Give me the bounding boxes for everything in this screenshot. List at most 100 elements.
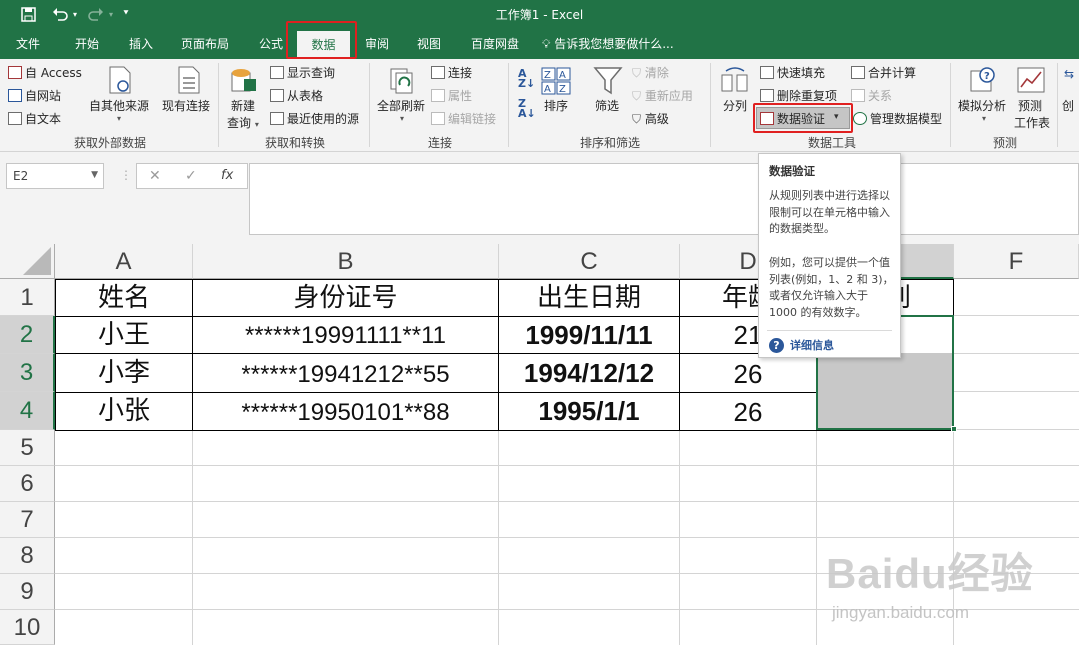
cell-b4[interactable]: ******19950101**88 <box>193 393 498 430</box>
consolidate-button[interactable]: 合并计算 <box>851 64 916 81</box>
data-tab-highlight <box>286 21 357 59</box>
tab-review[interactable]: 审阅 <box>356 29 398 59</box>
forecast-sheet-button-line2[interactable]: 工作表 <box>1014 114 1050 131</box>
what-if-analysis-button[interactable]: 模拟分析 <box>958 97 1006 114</box>
what-if-dropdown-icon[interactable]: ▾ <box>982 114 986 123</box>
connections-button[interactable]: 连接 <box>431 64 472 81</box>
cell-e3[interactable] <box>817 355 953 392</box>
row-header-8[interactable]: 8 <box>0 538 55 574</box>
window-title: 工作簿1 - Excel <box>495 8 584 22</box>
tab-view[interactable]: 视图 <box>408 29 450 59</box>
existing-connections-button[interactable]: 现有连接 <box>162 97 210 114</box>
insert-function-icon[interactable]: fx <box>221 168 233 183</box>
from-table-button[interactable]: 从表格 <box>270 87 323 104</box>
row-header-5[interactable]: 5 <box>0 430 55 466</box>
other-sources-icon <box>106 65 134 98</box>
cell-a2[interactable]: 小王 <box>56 317 192 353</box>
group-separator <box>508 63 509 147</box>
show-queries-icon <box>270 66 284 79</box>
group-label-get-external-data: 获取外部数据 <box>73 136 146 150</box>
create-group-button[interactable]: 创 <box>1062 97 1074 114</box>
formula-input[interactable] <box>249 163 1079 235</box>
other-sources-button[interactable]: 自其他来源 <box>89 97 149 114</box>
from-access-button[interactable]: 自 Access <box>8 64 82 81</box>
name-box-dropdown-icon[interactable]: ▼ <box>91 170 98 180</box>
refresh-all-dropdown-icon[interactable]: ▾ <box>400 114 404 123</box>
row-header-1[interactable]: 1 <box>0 279 55 316</box>
new-query-button-line2[interactable]: 查询 ▾ <box>227 114 259 131</box>
refresh-all-button[interactable]: 全部刷新 <box>377 97 425 114</box>
filter-button[interactable]: 筛选 <box>595 97 619 114</box>
cell-a4[interactable]: 小张 <box>56 393 192 430</box>
tab-page-layout[interactable]: 页面布局 <box>174 29 236 59</box>
new-query-icon <box>228 65 258 98</box>
tab-insert[interactable]: 插入 <box>120 29 162 59</box>
cell-d4[interactable]: 26 <box>680 393 816 430</box>
gridline <box>55 537 1079 538</box>
formula-buttons: ✕ ✓ fx <box>136 163 248 189</box>
tell-me-box[interactable]: 💡︎ 告诉我您想要做什么... <box>542 29 692 59</box>
svg-text:A: A <box>559 70 566 81</box>
cell-c4[interactable]: 1995/1/1 <box>499 393 679 430</box>
cell-b2[interactable]: ******19991111**11 <box>193 317 498 353</box>
name-box[interactable]: E2 ▼ <box>6 163 104 189</box>
cell-a3[interactable]: 小李 <box>56 355 192 392</box>
tooltip-more-info-link[interactable]: ? 详细信息 <box>769 337 834 353</box>
row-header-9[interactable]: 9 <box>0 574 55 610</box>
show-queries-button[interactable]: 显示查询 <box>270 64 335 81</box>
row-header-7[interactable]: 7 <box>0 502 55 538</box>
advanced-button[interactable]: ⛉ 高级 <box>632 110 669 127</box>
help-icon: ? <box>769 337 784 353</box>
from-text-button[interactable]: 自文本 <box>8 110 61 127</box>
sort-button[interactable]: 排序 <box>544 97 568 114</box>
formula-bar-grip-icon[interactable]: ⋮ <box>120 168 132 182</box>
row-header-2[interactable]: 2 <box>0 316 55 354</box>
cell-d3[interactable]: 26 <box>680 355 816 392</box>
forecast-sheet-button[interactable]: 预测 <box>1018 97 1042 114</box>
sort-ascending-icon[interactable]: A Z↓ <box>518 68 535 89</box>
cancel-icon[interactable]: ✕ <box>149 168 161 184</box>
new-query-button[interactable]: 新建 <box>231 97 255 114</box>
enter-icon[interactable]: ✓ <box>185 168 197 184</box>
cell-c2[interactable]: 1999/11/11 <box>499 317 679 353</box>
tab-baidu-netdisk[interactable]: 百度网盘 <box>462 29 528 59</box>
row-header-3[interactable]: 3 <box>0 354 55 392</box>
row-header-4[interactable]: 4 <box>0 392 55 430</box>
select-all-button[interactable] <box>0 244 55 279</box>
select-all-triangle-icon <box>23 247 51 275</box>
svg-text:A: A <box>544 84 551 95</box>
tab-home[interactable]: 开始 <box>66 29 108 59</box>
column-header-a[interactable]: A <box>55 244 193 279</box>
manage-data-model-button[interactable]: 管理数据模型 <box>853 110 942 127</box>
other-sources-dropdown-icon[interactable]: ▾ <box>117 114 121 123</box>
from-web-button[interactable]: 自网站 <box>8 87 61 104</box>
cell-e4[interactable] <box>817 393 953 430</box>
gridline <box>55 501 1079 502</box>
recent-sources-button[interactable]: 最近使用的源 <box>270 110 359 127</box>
properties-button[interactable]: 属性 <box>431 87 472 104</box>
text-to-columns-button[interactable]: 分列 <box>723 97 747 114</box>
cell-c1[interactable]: 出生日期 <box>499 281 679 316</box>
cell-c3[interactable]: 1994/12/12 <box>499 355 679 392</box>
column-header-b[interactable]: B <box>193 244 499 279</box>
edit-links-button[interactable]: 编辑链接 <box>431 110 496 127</box>
column-header-c[interactable]: C <box>499 244 680 279</box>
relationships-button[interactable]: 关系 <box>851 87 892 104</box>
sort-descending-icon[interactable]: Z A↓ <box>518 98 536 119</box>
remove-duplicates-button[interactable]: 删除重复项 <box>760 87 837 104</box>
sort-icon: ZAAZ <box>541 67 571 98</box>
row-header-10[interactable]: 10 <box>0 610 55 645</box>
cell-a1[interactable]: 姓名 <box>56 281 192 316</box>
flash-fill-button[interactable]: 快速填充 <box>760 64 825 81</box>
row-header-6[interactable]: 6 <box>0 466 55 502</box>
tooltip-divider <box>767 330 892 331</box>
cell-b1[interactable]: 身份证号 <box>193 281 498 316</box>
new-query-dropdown-icon: ▾ <box>254 120 259 129</box>
relationships-icon <box>851 89 865 102</box>
tab-file[interactable]: 文件 <box>8 29 48 59</box>
clear-button[interactable]: ⛉ 清除 <box>632 64 669 81</box>
watermark-brand: Baidu经验 <box>826 550 1034 597</box>
column-header-f[interactable]: F <box>954 244 1079 279</box>
reapply-button[interactable]: ⛉ 重新应用 <box>632 87 693 104</box>
cell-b3[interactable]: ******19941212**55 <box>193 355 498 392</box>
